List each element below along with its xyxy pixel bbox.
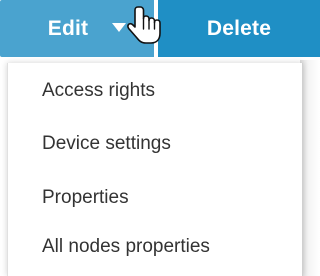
- menu-shadow: [300, 60, 320, 276]
- stage: Edit Delete Access rights Device setting…: [0, 0, 320, 276]
- menu-item-access-rights[interactable]: Access rights: [42, 80, 155, 102]
- delete-button[interactable]: Delete: [158, 0, 320, 57]
- menu-item-all-nodes-properties[interactable]: All nodes properties: [42, 236, 210, 258]
- edit-dropdown-menu: Access rights Device settings Properties…: [7, 63, 303, 276]
- menu-item-properties[interactable]: Properties: [42, 187, 129, 209]
- hand-pointer-icon: [127, 6, 161, 44]
- edit-button-label: Edit: [47, 16, 89, 40]
- delete-button-label: Delete: [206, 16, 272, 40]
- menu-item-device-settings[interactable]: Device settings: [42, 133, 171, 155]
- caret-down-icon[interactable]: [112, 23, 126, 32]
